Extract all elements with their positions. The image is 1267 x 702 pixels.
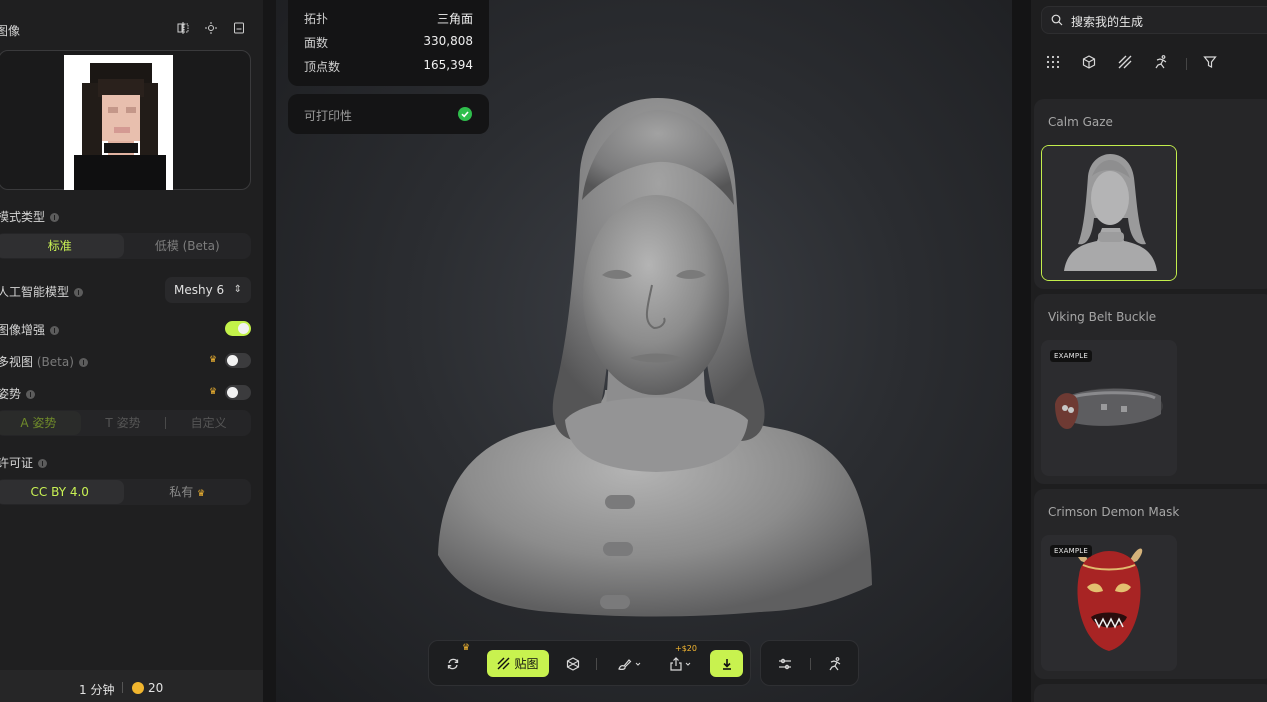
texture-label: 贴图 bbox=[514, 657, 539, 671]
pose-label: 姿势 bbox=[0, 385, 36, 402]
generation-card[interactable]: Crimson Demon Mask EXAMPLE bbox=[1034, 489, 1267, 679]
time-estimate: 1 分钟 bbox=[79, 683, 115, 697]
stat-row: 顶点数 165,394 bbox=[304, 58, 473, 74]
toggle-knob bbox=[227, 387, 238, 398]
crown-icon: ♛ bbox=[209, 355, 218, 365]
mesh-icon[interactable] bbox=[563, 652, 583, 676]
viewport-toolbar: ♛ 贴图 +$20 bbox=[428, 640, 751, 686]
rig-icon[interactable] bbox=[775, 652, 795, 676]
animate-icon[interactable] bbox=[825, 652, 845, 676]
pose-toggle[interactable] bbox=[225, 385, 251, 400]
image-header-icons bbox=[177, 22, 245, 34]
card-title: Crimson Demon Mask bbox=[1048, 505, 1180, 519]
model-type-lowpoly[interactable]: 低模 (Beta) bbox=[124, 234, 252, 258]
generate-footer[interactable]: 1 分钟 20 bbox=[0, 670, 263, 702]
card-title: Viking Belt Buckle bbox=[1048, 310, 1157, 324]
stripes-icon[interactable] bbox=[1118, 55, 1136, 73]
model-type-label: 模式类型 bbox=[0, 208, 60, 225]
download-icon bbox=[722, 658, 731, 670]
image-enhance-label: 图像增强 bbox=[0, 321, 60, 338]
animation-toolbar bbox=[760, 640, 859, 686]
credits-cost: 20 bbox=[132, 681, 163, 695]
3d-model-bust[interactable] bbox=[430, 90, 880, 620]
license-segmented: CC BY 4.0 私有 ♛ bbox=[0, 479, 251, 505]
note-icon[interactable] bbox=[233, 22, 245, 34]
texture-icon bbox=[497, 657, 510, 670]
compare-icon[interactable] bbox=[177, 22, 189, 34]
divider bbox=[1186, 58, 1187, 70]
license-private[interactable]: 私有 ♛ bbox=[124, 480, 252, 504]
left-panel: 图像 模式类型 标准 低模 (Beta) 人工智能模型 Meshy 6 ⇕ 图像… bbox=[0, 0, 263, 702]
generation-card[interactable] bbox=[1034, 684, 1267, 702]
crown-icon: ♛ bbox=[209, 387, 218, 397]
model-type-standard[interactable]: 标准 bbox=[0, 234, 124, 258]
panel-gutter bbox=[1012, 0, 1031, 702]
mesh-stats-panel: 拓扑 三角面 面数 330,808 顶点数 165,394 bbox=[288, 0, 489, 86]
filter-icon[interactable] bbox=[1203, 55, 1221, 73]
license-label: 许可证 bbox=[0, 454, 48, 471]
search-input[interactable]: 搜索我的生成 bbox=[1071, 13, 1143, 30]
toggle-knob bbox=[238, 323, 249, 334]
pose-custom[interactable]: 自定义 bbox=[166, 411, 251, 435]
filter-row bbox=[1045, 55, 1265, 73]
brush-icon[interactable] bbox=[614, 652, 644, 676]
pose-segmented: A 姿势 T 姿势 自定义 bbox=[0, 410, 251, 436]
generations-panel: 搜索我的生成 Calm Gaze Viking Belt Buckle EXAM… bbox=[1031, 0, 1267, 702]
crown-icon: ♛ bbox=[197, 489, 206, 499]
card-title: Calm Gaze bbox=[1048, 115, 1113, 129]
grid-icon[interactable] bbox=[1046, 55, 1064, 73]
stat-row: 拓扑 三角面 bbox=[304, 12, 473, 26]
chevron-updown-icon: ⇕ bbox=[233, 284, 242, 295]
multiview-toggle[interactable] bbox=[225, 353, 251, 368]
info-icon[interactable] bbox=[50, 326, 60, 335]
printability-label: 可打印性 bbox=[304, 109, 353, 123]
multiview-label: 多视图 (Beta) bbox=[0, 353, 88, 370]
info-icon[interactable] bbox=[74, 288, 84, 297]
ai-model-value: Meshy 6 bbox=[174, 283, 225, 297]
divider bbox=[810, 658, 811, 670]
runner-icon[interactable] bbox=[1154, 55, 1172, 73]
info-icon[interactable] bbox=[38, 459, 48, 468]
image-enhance-toggle[interactable] bbox=[225, 321, 251, 336]
search-box[interactable]: 搜索我的生成 bbox=[1041, 6, 1267, 34]
image-section-label: 图像 bbox=[0, 24, 21, 38]
pose-t[interactable]: T 姿势 bbox=[81, 411, 166, 435]
crown-icon: ♛ bbox=[462, 643, 471, 653]
download-button[interactable] bbox=[710, 650, 743, 677]
share-icon[interactable] bbox=[666, 652, 696, 676]
stat-row: 面数 330,808 bbox=[304, 34, 473, 50]
info-icon[interactable] bbox=[78, 358, 88, 367]
ai-model-select[interactable]: Meshy 6 ⇕ bbox=[165, 277, 251, 303]
pose-a[interactable]: A 姿势 bbox=[0, 411, 81, 435]
search-icon bbox=[1051, 14, 1063, 26]
example-badge: EXAMPLE bbox=[1050, 350, 1092, 362]
info-icon[interactable] bbox=[26, 390, 36, 399]
divider bbox=[596, 658, 597, 670]
divider bbox=[122, 682, 123, 693]
input-photo bbox=[64, 55, 173, 190]
texture-button[interactable]: 贴图 bbox=[487, 650, 549, 677]
card-thumbnail[interactable] bbox=[1041, 145, 1177, 281]
toggle-knob bbox=[227, 355, 238, 366]
rotate-icon[interactable] bbox=[443, 652, 463, 676]
light-icon[interactable] bbox=[205, 22, 217, 34]
ai-model-label: 人工智能模型 bbox=[0, 283, 84, 300]
cube-icon[interactable] bbox=[1082, 55, 1100, 73]
license-ccby[interactable]: CC BY 4.0 bbox=[0, 480, 124, 504]
example-badge: EXAMPLE bbox=[1050, 545, 1092, 557]
model-type-segmented: 标准 低模 (Beta) bbox=[0, 233, 251, 259]
generation-card[interactable]: Calm Gaze bbox=[1034, 99, 1267, 289]
info-icon[interactable] bbox=[50, 213, 60, 222]
coin-icon bbox=[132, 682, 144, 694]
panel-gutter bbox=[263, 0, 276, 702]
generation-card[interactable]: Viking Belt Buckle EXAMPLE bbox=[1034, 294, 1267, 484]
